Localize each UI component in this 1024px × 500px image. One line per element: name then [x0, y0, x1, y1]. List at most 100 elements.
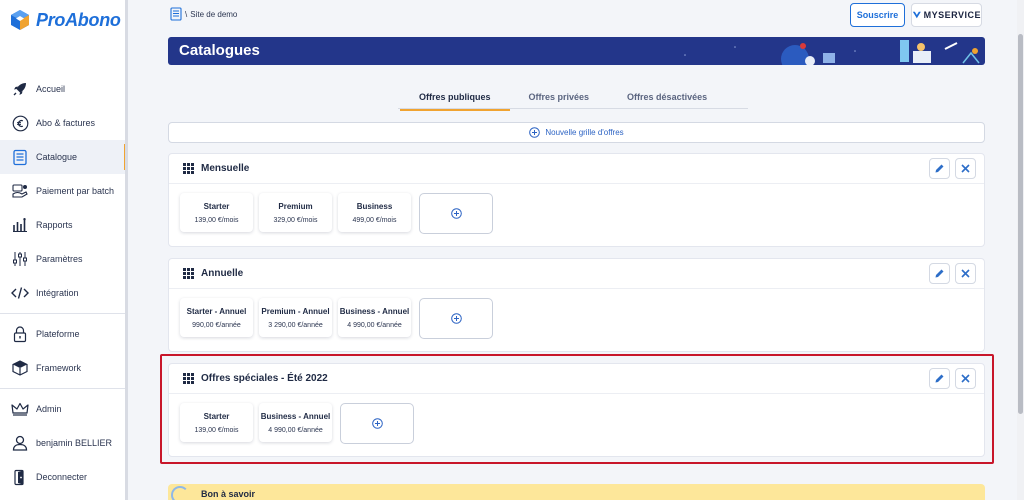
pencil-icon — [935, 374, 944, 383]
sidebar-item-admin[interactable]: Admin — [0, 392, 126, 426]
offer-price: 499,00 €/mois — [352, 216, 397, 224]
crown-icon — [11, 400, 29, 418]
offer-card[interactable]: Premium 329,00 €/mois — [259, 193, 332, 232]
cube-icon — [11, 359, 29, 377]
info-box: Bon à savoir — [168, 484, 985, 500]
sidebar-item-accueil[interactable]: Accueil — [0, 72, 126, 106]
sidebar-item-label: Plateforme — [36, 329, 80, 339]
logout-icon — [11, 468, 29, 486]
pencil-icon — [935, 164, 944, 173]
offer-card[interactable]: Business - Annuel 4 990,00 €/année — [259, 403, 332, 442]
offer-name: Business - Annuel — [339, 306, 410, 316]
sidebar-item-label: Deconnecter — [36, 472, 88, 482]
batch-payment-icon — [11, 182, 29, 200]
sidebar-item-label: Intégration — [36, 288, 79, 298]
offer-grid-card: Annuelle Starter - Annuel 990,00 €/année… — [168, 258, 985, 352]
page-scrollbar-thumb[interactable] — [1018, 34, 1023, 414]
catalog-icon — [170, 7, 182, 21]
rocket-icon — [11, 80, 29, 98]
sidebar-item-plateforme[interactable]: Plateforme — [0, 317, 126, 351]
offer-price: 139,00 €/mois — [194, 426, 239, 434]
offer-card[interactable]: Starter - Annuel 990,00 €/année — [180, 298, 253, 337]
edit-grid-button[interactable] — [929, 368, 950, 389]
new-offer-grid-button[interactable]: Nouvelle grille d'offres — [168, 122, 985, 143]
main-content: \ Site de demo Souscrire MYSERVICE Catal… — [128, 0, 1024, 500]
tabs-divider — [398, 108, 748, 109]
offer-grid-card: Offres spéciales - Été 2022 Starter 139,… — [168, 363, 985, 457]
sidebar-item-abo[interactable]: Abo & factures — [0, 106, 126, 140]
sidebar-item-user[interactable]: benjamin BELLIER — [0, 426, 126, 460]
catalog-icon — [11, 148, 29, 166]
edit-grid-button[interactable] — [929, 158, 950, 179]
add-offer-button[interactable] — [340, 403, 414, 444]
info-title: Bon à savoir — [201, 489, 256, 499]
add-offer-button[interactable] — [419, 193, 493, 234]
plus-circle-icon — [450, 313, 462, 324]
close-icon — [961, 164, 970, 173]
sidebar-item-catalogue[interactable]: Catalogue — [0, 140, 126, 174]
close-icon — [961, 269, 970, 278]
plus-circle-icon — [371, 418, 383, 429]
offer-price: 990,00 €/année — [192, 321, 241, 329]
sidebar-divider — [0, 313, 126, 314]
breadcrumb-separator: \ — [185, 9, 188, 19]
sidebar-item-label: Accueil — [36, 84, 66, 94]
sidebar-item-label: Framework — [36, 363, 82, 373]
offer-price: 4 990,00 €/année — [347, 321, 402, 329]
offer-name: Business - Annuel — [260, 411, 331, 421]
offer-grid-title: Offres spéciales - Été 2022 — [201, 373, 328, 384]
info-decoration-icon — [171, 486, 189, 500]
offer-grid-title: Mensuelle — [201, 163, 250, 174]
sidebar-item-logout[interactable]: Deconnecter — [0, 460, 126, 494]
offer-card[interactable]: Starter 139,00 €/mois — [180, 403, 253, 442]
offer-name: Premium - Annuel — [261, 306, 330, 316]
breadcrumb-site[interactable]: Site de demo — [190, 10, 237, 19]
offer-grid-actions — [929, 158, 976, 179]
plus-circle-icon — [450, 208, 462, 219]
offer-card[interactable]: Business 499,00 €/mois — [338, 193, 411, 232]
offer-list: Starter 139,00 €/mois Business - Annuel … — [180, 403, 414, 444]
grid-icon — [183, 163, 194, 174]
sidebar-item-batch[interactable]: Paiement par batch — [0, 174, 126, 208]
sidebar-item-integration[interactable]: Intégration — [0, 276, 126, 310]
banner-illustration — [684, 40, 980, 65]
sidebar-item-rapports[interactable]: Rapports — [0, 208, 126, 242]
offer-price: 4 990,00 €/année — [268, 426, 323, 434]
plus-circle-icon — [529, 127, 541, 138]
offer-name: Starter - Annuel — [186, 306, 247, 316]
offer-price: 139,00 €/mois — [194, 216, 239, 224]
sidebar-nav: Accueil Abo & factures Catalogue Paiemen… — [0, 72, 126, 494]
offer-price: 329,00 €/mois — [273, 216, 318, 224]
grid-icon — [183, 268, 194, 279]
brand-name: MYSERVICE — [923, 10, 981, 20]
offer-name: Premium — [278, 201, 313, 211]
user-icon — [11, 434, 29, 452]
sidebar-item-parametres[interactable]: Paramètres — [0, 242, 126, 276]
delete-grid-button[interactable] — [955, 368, 976, 389]
offer-name: Business — [356, 201, 393, 211]
offer-card[interactable]: Business - Annuel 4 990,00 €/année — [338, 298, 411, 337]
offer-card[interactable]: Starter 139,00 €/mois — [180, 193, 253, 232]
sliders-icon — [11, 250, 29, 268]
sidebar-item-label: Paiement par batch — [36, 186, 115, 196]
offer-grid-title: Annuelle — [201, 268, 244, 279]
euro-icon — [11, 114, 29, 132]
offer-grid-header: Offres spéciales - Été 2022 — [169, 364, 984, 394]
offer-list: Starter - Annuel 990,00 €/année Premium … — [180, 298, 493, 339]
logo[interactable]: ProAbono — [10, 9, 121, 31]
edit-grid-button[interactable] — [929, 263, 950, 284]
delete-grid-button[interactable] — [955, 263, 976, 284]
subscribe-button[interactable]: Souscrire — [850, 3, 905, 27]
offer-price: 3 290,00 €/année — [268, 321, 323, 329]
delete-grid-button[interactable] — [955, 158, 976, 179]
add-offer-button[interactable] — [419, 298, 493, 339]
page-banner: Catalogues — [168, 37, 985, 65]
sidebar-item-label: Abo & factures — [36, 118, 96, 128]
sidebar-item-framework[interactable]: Framework — [0, 351, 126, 385]
close-icon — [961, 374, 970, 383]
page-title: Catalogues — [179, 42, 260, 59]
offer-card[interactable]: Premium - Annuel 3 290,00 €/année — [259, 298, 332, 337]
new-offer-grid-label: Nouvelle grille d'offres — [545, 128, 624, 137]
myservice-brand[interactable]: MYSERVICE — [911, 3, 982, 27]
reports-icon — [11, 216, 29, 234]
